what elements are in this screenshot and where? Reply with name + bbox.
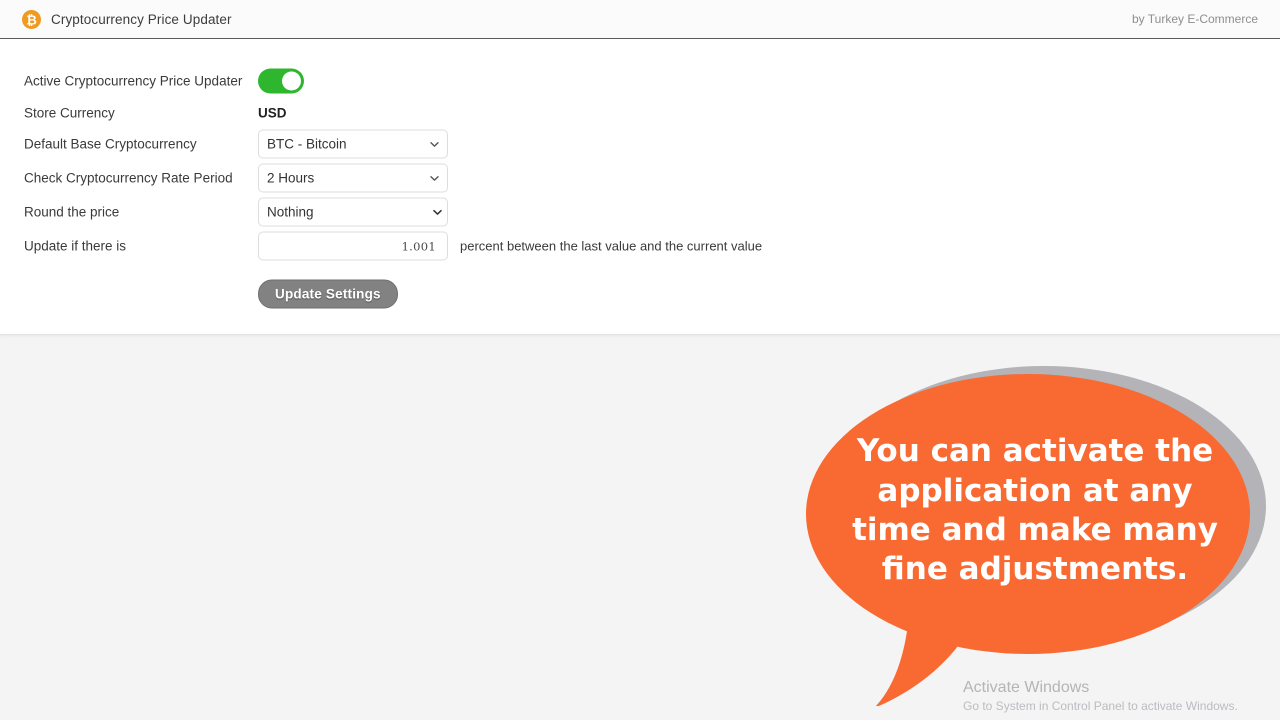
callout-bubble: You can activate the application at any … — [800, 366, 1270, 706]
control-submit: Update Settings — [258, 279, 398, 309]
update-settings-button[interactable]: Update Settings — [258, 279, 398, 309]
control-base-cryptocurrency: BTC - Bitcoin — [258, 129, 448, 159]
control-round-price: Nothing — [258, 197, 448, 227]
base-cryptocurrency-select[interactable]: BTC - Bitcoin — [258, 129, 448, 159]
control-active-updater — [258, 68, 304, 94]
update-threshold-suffix: percent between the last value and the c… — [460, 238, 763, 254]
app-title: Cryptocurrency Price Updater — [51, 11, 232, 27]
label-rate-period: Check Cryptocurrency Rate Period — [24, 170, 233, 186]
store-currency-value: USD — [258, 105, 287, 121]
row-store-currency: Store Currency USD — [0, 99, 1280, 127]
row-round-price: Round the price Nothing — [0, 197, 1280, 227]
rate-period-select[interactable]: 2 Hours — [258, 163, 448, 193]
control-rate-period: 2 Hours — [258, 163, 448, 193]
label-update-threshold: Update if there is — [24, 238, 127, 254]
row-update-threshold: Update if there is percent between the l… — [0, 231, 1280, 261]
toggle-knob — [282, 71, 301, 91]
label-store-currency: Store Currency — [24, 105, 115, 121]
label-base-cryptocurrency: Default Base Cryptocurrency — [24, 136, 197, 152]
control-update-threshold: percent between the last value and the c… — [258, 231, 763, 261]
row-submit: Update Settings — [0, 279, 1280, 309]
label-round-price: Round the price — [24, 204, 120, 220]
active-updater-toggle[interactable] — [258, 68, 304, 94]
row-rate-period: Check Cryptocurrency Rate Period 2 Hours — [0, 163, 1280, 193]
app-header-brand: ₿ Cryptocurrency Price Updater — [22, 0, 232, 38]
base-cryptocurrency-select-wrap: BTC - Bitcoin — [258, 129, 448, 159]
update-threshold-input[interactable] — [258, 231, 448, 261]
app-header: ₿ Cryptocurrency Price Updater by Turkey… — [0, 0, 1280, 39]
callout-body — [806, 374, 1250, 706]
label-active-updater: Active Cryptocurrency Price Updater — [24, 73, 243, 89]
control-store-currency: USD — [258, 106, 287, 121]
bitcoin-icon: ₿ — [22, 9, 41, 29]
attribution-text: by Turkey E-Commerce — [1131, 12, 1258, 26]
round-price-select[interactable]: Nothing — [258, 197, 448, 227]
settings-panel: ₿ Cryptocurrency Price Updater by Turkey… — [0, 0, 1280, 335]
rate-period-select-wrap: 2 Hours — [258, 163, 448, 193]
row-active-updater: Active Cryptocurrency Price Updater — [0, 67, 1280, 95]
svg-text:₿: ₿ — [26, 13, 37, 28]
round-price-select-wrap: Nothing — [258, 197, 448, 227]
row-base-cryptocurrency: Default Base Cryptocurrency BTC - Bitcoi… — [0, 129, 1280, 159]
